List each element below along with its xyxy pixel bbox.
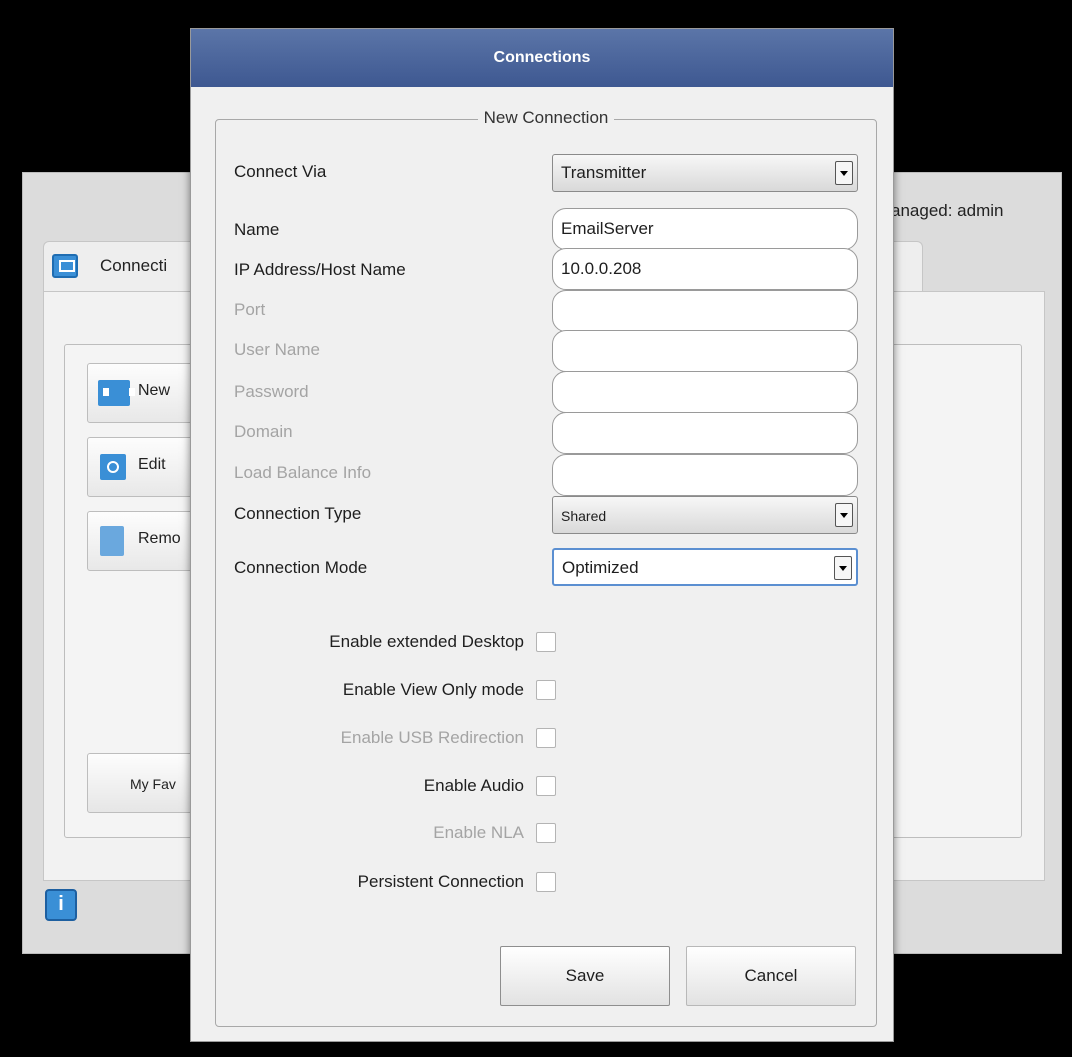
dialog-title: Connections [191,29,893,87]
new-connection-label: New [138,382,171,399]
chevron-down-icon [835,503,853,527]
persistent-connection-checkbox[interactable] [536,872,556,892]
edit-connection-label: Edit [138,456,166,473]
save-button[interactable]: Save [500,946,670,1006]
username-label: User Name [234,340,320,359]
host-input[interactable]: 10.0.0.208 [552,248,858,290]
chevron-down-icon [834,556,852,580]
my-favorites-label: My Fav [130,776,176,792]
connect-via-label: Connect Via [234,162,327,181]
password-input[interactable] [552,371,858,413]
group-title: New Connection [477,108,615,127]
connection-mode-select[interactable]: Optimized [552,548,858,586]
usb-redirection-checkbox[interactable] [536,728,556,748]
name-label: Name [234,220,280,239]
host-label: IP Address/Host Name [234,260,406,279]
port-input[interactable] [552,290,858,332]
chevron-down-icon [835,161,853,185]
monitor-icon [52,254,78,278]
info-icon[interactable]: i [45,889,77,921]
new-connection-group: New Connection Connect Via Transmitter N… [215,108,877,1027]
nla-label: Enable NLA [433,823,524,842]
view-only-label: Enable View Only mode [342,680,524,699]
audio-label: Enable Audio [423,776,524,795]
load-balance-input[interactable] [552,454,858,496]
password-label: Password [234,382,309,401]
usb-redirection-label: Enable USB Redirection [340,728,524,747]
nla-checkbox[interactable] [536,823,556,843]
domain-label: Domain [234,422,293,441]
audio-checkbox[interactable] [536,776,556,796]
connection-mode-label: Connection Mode [234,558,368,577]
extended-desktop-label: Enable extended Desktop [329,632,524,651]
connection-type-label: Connection Type [234,504,362,523]
name-input[interactable]: EmailServer [552,208,858,250]
connect-via-select[interactable]: Transmitter [552,154,858,192]
cancel-button[interactable]: Cancel [686,946,856,1006]
connect-via-value: Transmitter [561,163,647,182]
load-balance-label: Load Balance Info [234,463,372,482]
connection-type-value: Shared [561,508,607,524]
domain-input[interactable] [552,412,858,454]
managed-by-text: anaged: admin [891,201,1004,220]
username-input[interactable] [552,330,858,372]
view-only-checkbox[interactable] [536,680,556,700]
remove-connection-label: Remo [138,530,181,547]
extended-desktop-checkbox[interactable] [536,632,556,652]
connections-dialog: Connections New Connection Connect Via T… [190,28,894,1042]
port-label: Port [234,300,266,319]
connection-type-select[interactable]: Shared [552,496,858,534]
gear-icon [100,454,126,480]
new-connection-icon [98,380,135,406]
tab-connections-label: Connecti [100,256,168,275]
connection-mode-value: Optimized [562,558,639,577]
trash-icon [100,526,124,556]
persistent-connection-label: Persistent Connection [357,872,524,891]
